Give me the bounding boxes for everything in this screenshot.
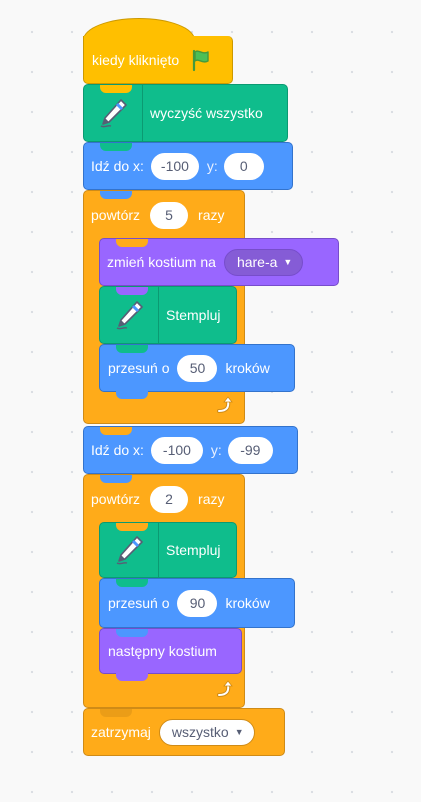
pen-stamp-label: Stempluj — [166, 542, 221, 558]
goto-label: Idź do x: — [91, 158, 144, 174]
goto-label: Idź do x: — [91, 442, 144, 458]
switch-costume-block[interactable]: zmień kostium na hare-a ▼ — [99, 238, 339, 286]
stop-block[interactable]: zatrzymaj wszystko ▼ — [83, 708, 285, 756]
pen-stamp-block[interactable]: Stempluj — [99, 522, 237, 578]
repeat-times-label: razy — [198, 207, 225, 223]
steps-label: kroków — [225, 360, 270, 376]
when-flag-clicked-block[interactable]: kiedy kliknięto — [83, 36, 233, 84]
pen-stamp-block[interactable]: Stempluj — [99, 286, 237, 344]
goto-xy-block[interactable]: Idź do x: -100 y: 0 — [83, 142, 293, 190]
dropdown-caret-icon: ▼ — [283, 257, 293, 267]
next-costume-label: następny kostium — [108, 643, 217, 659]
steps-label: kroków — [225, 595, 270, 611]
green-flag-icon — [189, 48, 213, 72]
when-flag-clicked-label: kiedy kliknięto — [92, 51, 180, 68]
y-input[interactable]: -99 — [227, 436, 273, 464]
pen-icon — [111, 297, 147, 333]
block-notch — [116, 391, 148, 399]
move-steps-block[interactable]: przesuń o 90 kroków — [99, 578, 295, 628]
pen-extension-icon-box — [100, 523, 159, 577]
costume-dropdown-value: hare-a — [236, 254, 278, 270]
y-label: y: — [210, 442, 222, 458]
stop-option-value: wszystko — [171, 724, 229, 740]
repeat-label: powtórz — [91, 491, 141, 507]
x-input[interactable]: -100 — [150, 152, 199, 180]
pen-clear-label: wyczyść wszystko — [150, 105, 263, 121]
pen-icon — [111, 532, 147, 568]
repeat-times-label: razy — [198, 491, 225, 507]
loop-arrow-icon — [216, 396, 234, 417]
move-label: przesuń o — [108, 595, 170, 611]
stop-option-dropdown[interactable]: wszystko ▼ — [158, 718, 255, 746]
stop-label: zatrzymaj — [91, 724, 151, 740]
next-costume-block[interactable]: następny kostium — [99, 628, 242, 681]
pen-icon — [95, 95, 131, 131]
dropdown-caret-icon: ▼ — [234, 727, 244, 737]
move-steps-block[interactable]: przesuń o 50 kroków — [99, 344, 295, 399]
block-notch — [116, 673, 148, 681]
pen-clear-block[interactable]: wyczyść wszystko — [83, 84, 288, 142]
goto-xy-block[interactable]: Idź do x: -100 y: -99 — [83, 426, 298, 474]
costume-dropdown[interactable]: hare-a ▼ — [223, 248, 304, 276]
pen-extension-icon-box — [84, 85, 143, 141]
repeat-count-input[interactable]: 2 — [150, 485, 189, 513]
repeat-label: powtórz — [91, 207, 141, 223]
switch-costume-label: zmień kostium na — [107, 254, 216, 270]
pen-extension-icon-box — [100, 287, 159, 343]
repeat-count-input[interactable]: 5 — [150, 201, 189, 229]
y-label: y: — [206, 158, 218, 174]
move-label: przesuń o — [108, 360, 170, 376]
x-input[interactable]: -100 — [150, 436, 203, 464]
pen-stamp-label: Stempluj — [166, 307, 221, 323]
steps-input[interactable]: 90 — [177, 589, 218, 617]
steps-input[interactable]: 50 — [177, 354, 218, 382]
y-input[interactable]: 0 — [223, 152, 264, 180]
loop-arrow-icon — [216, 680, 234, 701]
